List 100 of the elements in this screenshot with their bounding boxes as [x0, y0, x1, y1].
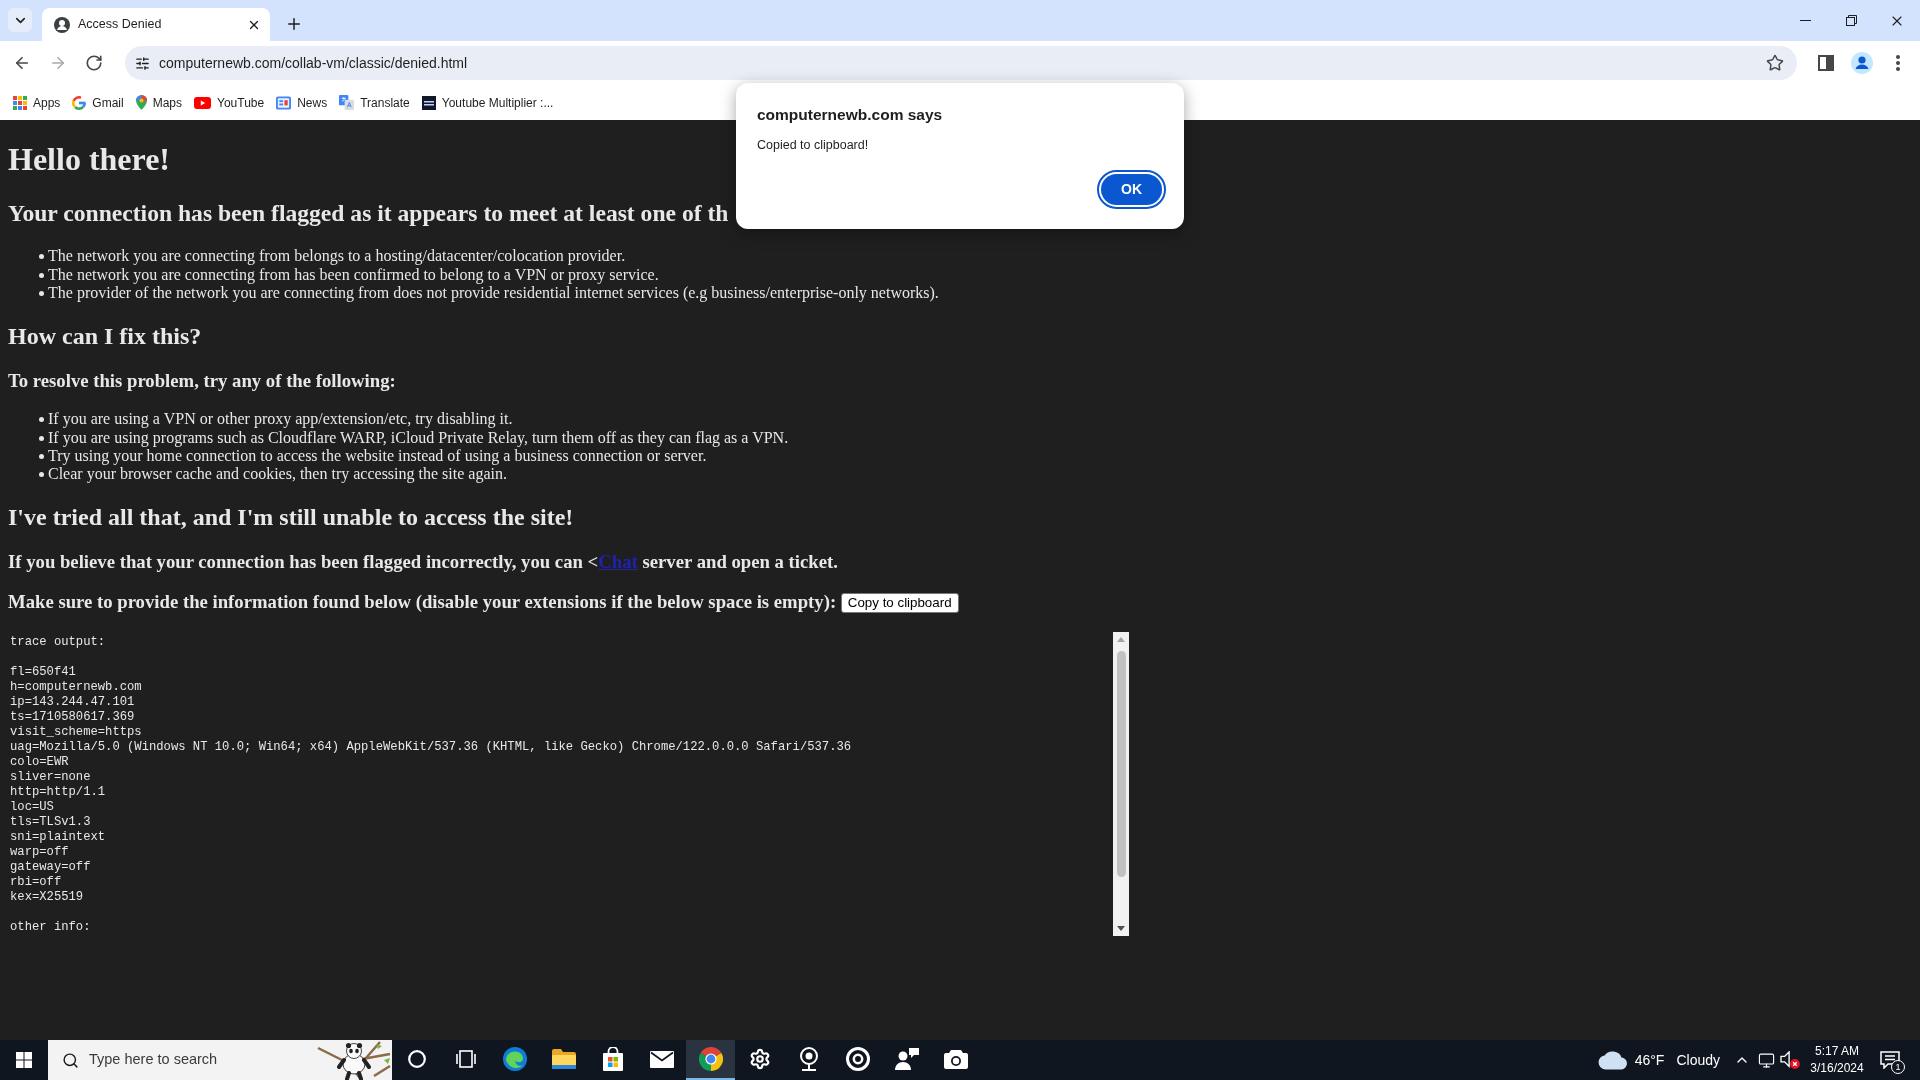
section-heading: Your connection has been flagged as it appears to meet at least one of th [8, 199, 729, 228]
settings-icon [748, 1048, 771, 1070]
plus-icon [285, 15, 303, 33]
fix-step-text: If you are using a VPN or other proxy app/extension/etc, try disabling it. [48, 410, 513, 429]
weather-button[interactable]: 46°F Cloudy [1591, 1040, 1730, 1080]
bullet-icon [39, 472, 44, 478]
bookmark-item[interactable]: News [271, 89, 333, 116]
url-text: computernewb.com/collab-vm/classic/denied.html [159, 53, 468, 73]
bookmark-item[interactable]: Gmail [67, 89, 129, 116]
reload-icon [85, 54, 103, 72]
play-button-icon [194, 96, 212, 109]
taskbar-app-button[interactable] [686, 1040, 735, 1080]
trace-line: rbi=off [10, 875, 62, 891]
cloud-icon [1597, 1050, 1628, 1070]
avatar-icon [1851, 52, 1873, 74]
dialog-message: Copied to clipboard! [757, 137, 869, 153]
taskbar-search-field[interactable]: Type here to search [48, 1040, 392, 1080]
shopping-bag-icon [601, 1047, 624, 1071]
trace-line: loc=US [10, 800, 54, 816]
site-favicon-icon [54, 16, 70, 33]
bookmark-item[interactable]: Maps [130, 89, 188, 116]
bullet-icon [39, 254, 44, 260]
fix-step-text: If you are using programs such as Cloudflare WARP, iCloud Private Relay, turn them off as they can flag as a VPN. [48, 428, 789, 448]
address-bar[interactable]: computernewb.com/collab-vm/classic/denied.html [125, 46, 1797, 80]
search-icon [62, 1051, 79, 1069]
copy-to-clipboard-button[interactable]: Copy to clipboard [840, 593, 959, 614]
apps-grid-icon [13, 95, 27, 110]
notifications-button[interactable]: 1 [1872, 1040, 1908, 1080]
page-heading: Hello there! [8, 141, 170, 179]
monitor-icon [1757, 1051, 1775, 1069]
circle-icon [407, 1050, 426, 1068]
fix-step-text: Try using your home connection to access the website instead of using a business connection or server. [48, 447, 707, 466]
ok-button[interactable]: OK [1097, 170, 1166, 209]
bullet-icon [39, 417, 44, 423]
trace-line: kex=X25519 [10, 890, 84, 906]
news-icon [276, 95, 292, 110]
trace-line: h=computernewb.com [10, 680, 142, 696]
section-heading: How can I fix this? [8, 322, 202, 351]
trace-line: fl=650f41 [10, 665, 76, 681]
bookmark-item[interactable]: Apps [8, 89, 66, 116]
webcam-icon [798, 1047, 819, 1071]
trace-line: sni=plaintext [10, 830, 106, 846]
bookmark-item[interactable]: Youtube Multiplier :... [416, 89, 559, 116]
fix-step-text: Clear your browser cache and cookies, then try accessing the site again. [48, 465, 507, 484]
bullet-icon [39, 291, 44, 297]
translate-icon [339, 95, 355, 110]
info-prompt-text: Make sure to provide the information found below (disable your extensions if the below space is empty): [8, 591, 837, 613]
g-logo-icon [72, 95, 87, 110]
bookmark-item[interactable]: YouTube [189, 89, 270, 116]
muted-speaker-icon [1780, 1051, 1800, 1069]
bullet-icon [39, 272, 44, 278]
trace-line: ts=1710580617.369 [10, 710, 135, 726]
clock-button[interactable]: 5:17 AM 3/16/2024 [1802, 1040, 1872, 1080]
search-placeholder-text: Type here to search [89, 1050, 218, 1070]
target-icon [845, 1047, 870, 1071]
scrollbar-thumb[interactable] [1116, 651, 1126, 878]
trace-line: visit_scheme=https [10, 725, 142, 741]
dialog-title: computernewb.com says [757, 105, 943, 125]
side-panel-icon [1818, 55, 1834, 71]
section-heading: I've tried all that, and I'm still unable to access the site! [8, 503, 574, 532]
trace-line: colo=EWR [10, 755, 69, 771]
trace-line: trace output: [10, 635, 106, 651]
trace-line: ip=143.244.47.101 [10, 695, 135, 711]
minimize-icon [1799, 20, 1811, 21]
trace-line: http=http/1.1 [10, 785, 106, 801]
menu-icon [1896, 55, 1900, 71]
bookmark-item[interactable]: Translate [334, 89, 415, 116]
task-view-icon [455, 1050, 476, 1068]
swirl-logo-icon [502, 1047, 527, 1071]
scrollbar[interactable] [1113, 632, 1129, 937]
contact-text: If you believe that your connection has been flagged incorrectly, you can <Chat server and open a ticket. [8, 551, 838, 573]
four-squares-icon [16, 1052, 32, 1068]
folder-icon [551, 1049, 576, 1069]
bullet-icon [39, 454, 44, 460]
trace-line: gateway=off [10, 860, 91, 876]
arrow-right-icon [49, 54, 67, 72]
browser-tab[interactable]: Access Denied [42, 8, 270, 41]
bullet-icon [39, 435, 44, 441]
person-chat-icon [894, 1048, 919, 1070]
notification-count-badge: 1 [1891, 1060, 1905, 1074]
star-icon [1766, 54, 1784, 72]
trace-line: other info: [10, 920, 91, 936]
reason-text: The network you are connecting from belongs to a hosting/datacenter/colocation provider. [48, 247, 626, 266]
instruction-text: To resolve this problem, try any of the following: [8, 370, 396, 392]
camera-icon [943, 1049, 968, 1069]
speech-bubble-icon [1880, 1051, 1900, 1069]
restore-icon [1845, 15, 1857, 26]
tricolor-circle-icon [698, 1047, 723, 1071]
trace-line: tls=TLSv1.3 [10, 815, 91, 831]
trace-line: sliver=none [10, 770, 91, 786]
trace-line: warp=off [10, 845, 69, 861]
envelope-icon [649, 1050, 674, 1068]
reason-text: The network you are connecting from has been confirmed to belong to a VPN or proxy service. [48, 265, 659, 285]
scroll-up-arrow-icon [1117, 637, 1125, 643]
trace-line: uag=Mozilla/5.0 (Windows NT 10.0; Win64; x64) AppleWebKit/537.36 (KHTML, like Gecko) Chrome/122.0.0.0 Safari/537.36 [10, 740, 852, 756]
app-tile-icon [421, 95, 436, 110]
tune-icon [134, 55, 150, 71]
map-pin-icon [135, 95, 147, 110]
scroll-down-arrow-icon [1117, 926, 1125, 932]
tab-search-button[interactable] [8, 8, 32, 32]
